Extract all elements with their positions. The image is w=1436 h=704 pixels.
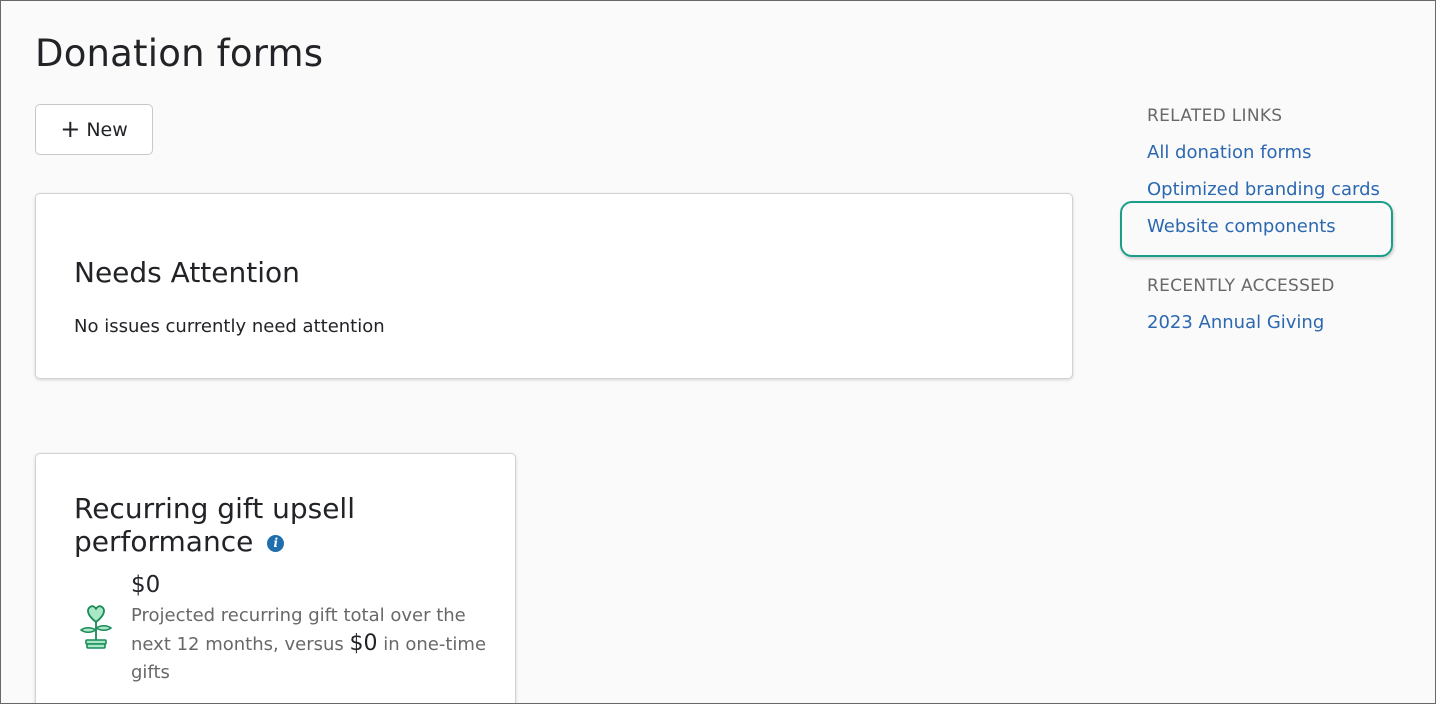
link-optimized-branding-cards[interactable]: Optimized branding cards: [1147, 177, 1427, 203]
link-all-donation-forms[interactable]: All donation forms: [1147, 140, 1427, 166]
info-icon[interactable]: i: [267, 535, 285, 552]
sidebar: RELATED LINKS All donation forms Optimiz…: [1120, 104, 1427, 336]
one-time-gift-amount: $0: [349, 631, 378, 656]
needs-attention-card: Needs Attention No issues currently need…: [35, 193, 1073, 379]
heart-plant-icon: [80, 605, 112, 649]
recurring-gift-title: Recurring gift upsell performance i: [74, 492, 474, 558]
recently-accessed-heading: RECENTLY ACCESSED: [1147, 276, 1335, 296]
new-button-label: New: [86, 118, 128, 141]
needs-attention-title: Needs Attention: [74, 256, 300, 289]
recurring-gift-value: $0: [131, 572, 161, 598]
recurring-gift-card: Recurring gift upsell performance i $0 Pr…: [35, 453, 516, 703]
app-window: Donation forms + New Needs Attention No …: [0, 0, 1436, 704]
plus-icon: +: [60, 114, 81, 143]
highlighted-link-wrapper: Website components: [1120, 201, 1427, 257]
recurring-gift-title-text: Recurring gift upsell performance: [74, 492, 355, 558]
new-button[interactable]: + New: [35, 104, 153, 155]
recurring-gift-description: Projected recurring gift total over the …: [131, 602, 489, 687]
link-2023-annual-giving[interactable]: 2023 Annual Giving: [1147, 310, 1427, 336]
link-website-components[interactable]: Website components: [1147, 214, 1427, 240]
needs-attention-message: No issues currently need attention: [74, 316, 385, 337]
page-title: Donation forms: [35, 32, 324, 75]
related-links-heading: RELATED LINKS: [1147, 106, 1283, 126]
